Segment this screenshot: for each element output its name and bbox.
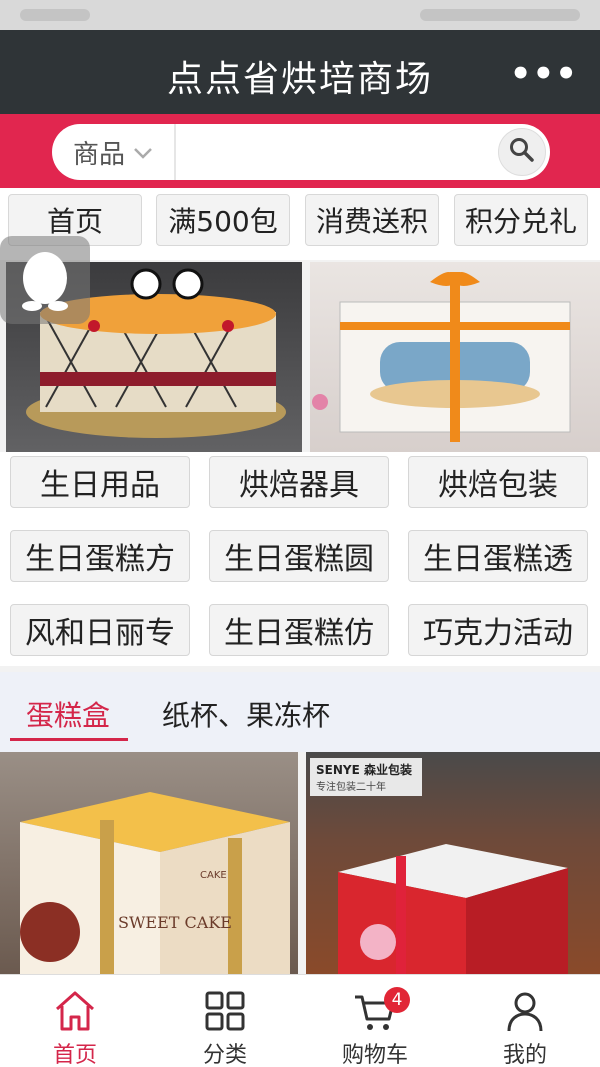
product-box-brand: CAKE [200, 870, 227, 881]
bottom-tab-bar: 首页 分类 4 购物车 我的 [0, 974, 600, 1067]
search-icon [508, 136, 536, 168]
product-card[interactable]: SENYE 森业包装 专注包装二十年 [306, 752, 600, 974]
tabbar-label: 我的 [502, 1043, 547, 1067]
product-card[interactable]: SWEET CAKE CAKE [0, 752, 298, 974]
category-item[interactable]: 巧克力活动 [408, 604, 588, 656]
tabbar-cart[interactable]: 4 购物车 [300, 975, 450, 1067]
search-category-select[interactable]: 商品 [52, 124, 176, 180]
chevron-down-icon [133, 140, 153, 164]
user-icon [507, 992, 543, 1032]
category-grid: 生日用品 烘焙器具 烘焙包装 生日蛋糕方 生日蛋糕圆 生日蛋糕透 风和日丽专 生… [0, 452, 600, 666]
search-box: 商品 [52, 124, 550, 180]
app-header: 点点省烘培商场 ••• [0, 30, 600, 114]
tab-paper-cups[interactable]: 纸杯、果冻杯 [162, 694, 330, 734]
search-input[interactable] [178, 124, 488, 180]
banner-cake-box-image[interactable] [310, 262, 600, 452]
more-menu-button[interactable]: ••• [510, 54, 578, 94]
status-bar-blur [20, 9, 90, 21]
cart-badge: 4 [384, 987, 410, 1013]
category-item[interactable]: 生日用品 [10, 456, 190, 508]
product-box-text: SWEET CAKE [118, 913, 232, 932]
search-button[interactable] [498, 128, 546, 176]
category-item[interactable]: 生日蛋糕仿 [209, 604, 389, 656]
tabbar-profile[interactable]: 我的 [450, 975, 600, 1067]
quick-nav: 首页 满500包 消费送积 积分兑礼 [0, 188, 600, 260]
tabbar-category[interactable]: 分类 [150, 975, 300, 1067]
category-item[interactable]: 烘焙器具 [209, 456, 389, 508]
tabbar-home[interactable]: 首页 [0, 975, 150, 1067]
quick-nav-points-redeem[interactable]: 积分兑礼 [454, 194, 588, 246]
status-bar-blur [420, 9, 580, 21]
quick-nav-promo[interactable]: 满500包 [156, 194, 290, 246]
tab-cake-box[interactable]: 蛋糕盒 [26, 694, 110, 734]
status-bar [0, 0, 600, 30]
search-category-label: 商品 [72, 139, 125, 170]
tabbar-label: 购物车 [341, 1043, 408, 1067]
home-icon [56, 991, 94, 1031]
category-item[interactable]: 烘焙包装 [408, 456, 588, 508]
search-bar: 商品 [0, 114, 600, 188]
product-sign-sub: 专注包装二十年 [316, 780, 386, 793]
category-item[interactable]: 生日蛋糕透 [408, 530, 588, 582]
active-tab-indicator [10, 738, 128, 741]
grid-icon [205, 991, 245, 1031]
qq-chat-icon[interactable] [0, 236, 90, 324]
tabbar-label: 首页 [52, 1043, 97, 1067]
product-sign-text: SENYE 森业包装 [316, 762, 412, 777]
tabbar-label: 分类 [202, 1043, 247, 1067]
category-item[interactable]: 生日蛋糕圆 [209, 530, 389, 582]
category-item[interactable]: 风和日丽专 [10, 604, 190, 656]
quick-nav-points-bonus[interactable]: 消费送积 [305, 194, 439, 246]
category-item[interactable]: 生日蛋糕方 [10, 530, 190, 582]
